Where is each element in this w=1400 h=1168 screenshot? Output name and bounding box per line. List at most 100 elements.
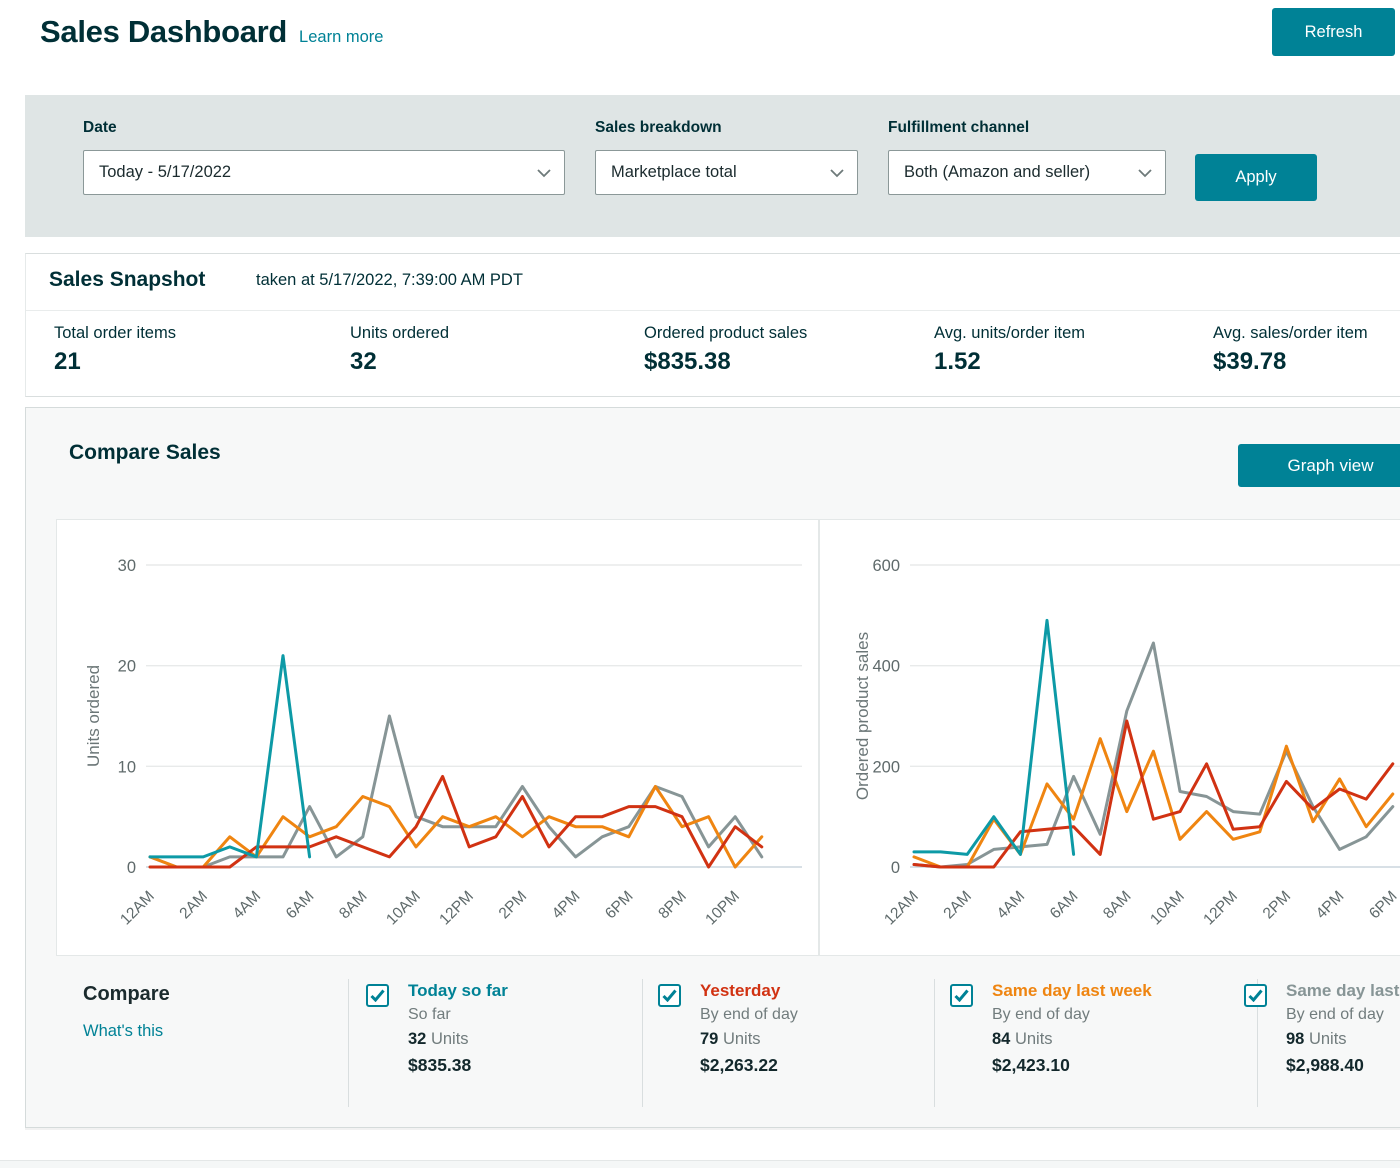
page-title: Sales Dashboard	[40, 14, 287, 50]
filter-bar: Date Today - 5/17/2022 Sales breakdown M…	[25, 95, 1400, 237]
ordered-product-sales-chart-card: 0 200 400 600 12AM 2AM 4AM 6AM 8AM 10AM 12PM 2PM 4PM…	[819, 519, 1400, 956]
svg-text:8PM: 8PM	[655, 888, 690, 923]
svg-text:6PM: 6PM	[602, 888, 637, 923]
svg-text:10PM: 10PM	[702, 888, 743, 929]
svg-text:4PM: 4PM	[1313, 888, 1348, 923]
svg-text:6AM: 6AM	[1047, 888, 1082, 923]
legend-title: Today so far	[408, 981, 508, 1001]
units-ordered-chart-card: 010203012AM2AM4AM6AM8AM10AM12PM2PM4PM6PM…	[56, 519, 819, 956]
chevron-down-icon	[536, 167, 552, 179]
legend-subtitle: So far	[408, 1006, 508, 1024]
svg-text:30: 30	[118, 557, 136, 575]
fulfillment-channel-filter-group: Fulfillment channel Both (Amazon and sel…	[888, 119, 1166, 195]
svg-text:600: 600	[872, 557, 900, 575]
legend-units: 32 Units	[408, 1030, 508, 1049]
learn-more-link[interactable]: Learn more	[299, 28, 383, 47]
legend-amount: $835.38	[408, 1055, 508, 1076]
compare-label: Compare	[83, 983, 170, 1006]
whats-this-link[interactable]: What's this	[83, 1022, 170, 1041]
legend-divider	[348, 979, 349, 1107]
svg-text:12PM: 12PM	[436, 888, 477, 929]
compare-sales-panel: Compare Sales Graph view 0 10 20 30 12AM 2AM 4…	[25, 407, 1400, 1128]
legend-checkbox-same-day-last-week[interactable]	[950, 984, 973, 1007]
legend-amount: $2,423.10	[992, 1055, 1152, 1076]
svg-text:Units ordered: Units ordered	[84, 665, 103, 767]
svg-text:2PM: 2PM	[496, 888, 531, 923]
legend-units: 98 Units	[1286, 1030, 1400, 1049]
svg-text:2AM: 2AM	[176, 888, 211, 923]
sales-breakdown-select[interactable]: Marketplace total	[595, 150, 858, 195]
fulfillment-channel-label: Fulfillment channel	[888, 119, 1166, 137]
svg-text:8AM: 8AM	[1100, 888, 1135, 923]
stat-avg-sales-order-item: Avg. sales/order item $39.78	[1213, 324, 1368, 376]
apply-button[interactable]: Apply	[1195, 154, 1317, 201]
compare-sales-title: Compare Sales	[69, 441, 221, 465]
sales-breakdown-label: Sales breakdown	[595, 119, 858, 137]
legend-checkbox-same-day-last-year[interactable]	[1244, 984, 1267, 1007]
legend-amount: $2,988.40	[1286, 1055, 1400, 1076]
legend-subtitle: By end of day	[1286, 1006, 1400, 1024]
ordered-product-sales-chart: 0 200 400 600 12AM 2AM 4AM 6AM 8AM 10AM 12PM 2PM 4PM…	[820, 520, 1400, 956]
legend-units: 84 Units	[992, 1030, 1152, 1049]
legend-item-same-day-last-week: Same day last week By end of day 84 Unit…	[950, 981, 1152, 1076]
svg-text:6AM: 6AM	[283, 888, 318, 923]
sales-snapshot-title: Sales Snapshot	[49, 268, 205, 292]
refresh-button[interactable]: Refresh	[1272, 8, 1395, 56]
page-header: Sales Dashboard Learn more	[40, 14, 383, 50]
chevron-down-icon	[1137, 167, 1153, 179]
legend-divider	[934, 979, 935, 1107]
legend-amount: $2,263.22	[700, 1055, 798, 1076]
legend-title: Yesterday	[700, 981, 798, 1001]
svg-text:4AM: 4AM	[230, 888, 265, 923]
date-filter-group: Date Today - 5/17/2022	[83, 119, 565, 195]
svg-text:Ordered product sales: Ordered product sales	[853, 632, 872, 800]
date-label: Date	[83, 119, 565, 137]
stat-ordered-product-sales: Ordered product sales $835.38	[644, 324, 807, 376]
sales-breakdown-select-value: Marketplace total	[611, 163, 737, 182]
legend-item-yesterday: Yesterday By end of day 79 Units $2,263.…	[658, 981, 798, 1076]
check-icon	[662, 989, 677, 1002]
sales-snapshot-header: Sales Snapshot taken at 5/17/2022, 7:39:…	[26, 254, 1400, 311]
legend-title: Same day last year	[1286, 981, 1400, 1001]
legend-units: 79 Units	[700, 1030, 798, 1049]
fulfillment-channel-select-value: Both (Amazon and seller)	[904, 163, 1090, 182]
svg-text:2AM: 2AM	[940, 888, 975, 923]
svg-text:200: 200	[872, 758, 900, 776]
svg-text:4AM: 4AM	[994, 888, 1029, 923]
legend-item-today-so-far: Today so far So far 32 Units $835.38	[366, 981, 508, 1076]
svg-text:0: 0	[891, 859, 900, 877]
svg-text:10AM: 10AM	[383, 888, 424, 929]
snapshot-timestamp: taken at 5/17/2022, 7:39:00 AM PDT	[256, 271, 523, 290]
date-select-value: Today - 5/17/2022	[99, 163, 231, 182]
sales-breakdown-filter-group: Sales breakdown Marketplace total	[595, 119, 858, 195]
svg-text:0: 0	[127, 859, 136, 877]
check-icon	[1248, 989, 1263, 1002]
legend-subtitle: By end of day	[992, 1006, 1152, 1024]
svg-text:12PM: 12PM	[1200, 888, 1241, 929]
svg-text:10: 10	[118, 758, 136, 776]
sales-snapshot-section: Sales Snapshot taken at 5/17/2022, 7:39:…	[25, 253, 1400, 397]
fulfillment-channel-select[interactable]: Both (Amazon and seller)	[888, 150, 1166, 195]
svg-text:10AM: 10AM	[1147, 888, 1188, 929]
check-icon	[370, 989, 385, 1002]
stat-total-order-items: Total order items 21	[54, 324, 176, 376]
graph-view-button[interactable]: Graph view	[1238, 444, 1400, 487]
units-ordered-chart: 010203012AM2AM4AM6AM8AM10AM12PM2PM4PM6PM…	[57, 520, 819, 956]
compare-block: Compare What's this	[83, 983, 170, 1041]
svg-text:20: 20	[118, 658, 136, 676]
stat-units-ordered: Units ordered 32	[350, 324, 449, 376]
legend-item-same-day-last-year: Same day last year By end of day 98 Unit…	[1244, 981, 1400, 1076]
next-section-edge	[0, 1160, 1400, 1168]
chevron-down-icon	[829, 167, 845, 179]
legend-divider	[642, 979, 643, 1107]
svg-text:400: 400	[872, 658, 900, 676]
svg-text:2PM: 2PM	[1260, 888, 1295, 923]
legend-checkbox-yesterday[interactable]	[658, 984, 681, 1007]
date-select[interactable]: Today - 5/17/2022	[83, 150, 565, 195]
svg-text:12AM: 12AM	[117, 888, 158, 929]
legend-checkbox-today-so-far[interactable]	[366, 984, 389, 1007]
sales-dashboard-page: Sales Dashboard Learn more Refresh Date …	[0, 0, 1400, 1168]
svg-text:12AM: 12AM	[881, 888, 922, 929]
svg-text:8AM: 8AM	[336, 888, 371, 923]
svg-text:6PM: 6PM	[1366, 888, 1400, 923]
